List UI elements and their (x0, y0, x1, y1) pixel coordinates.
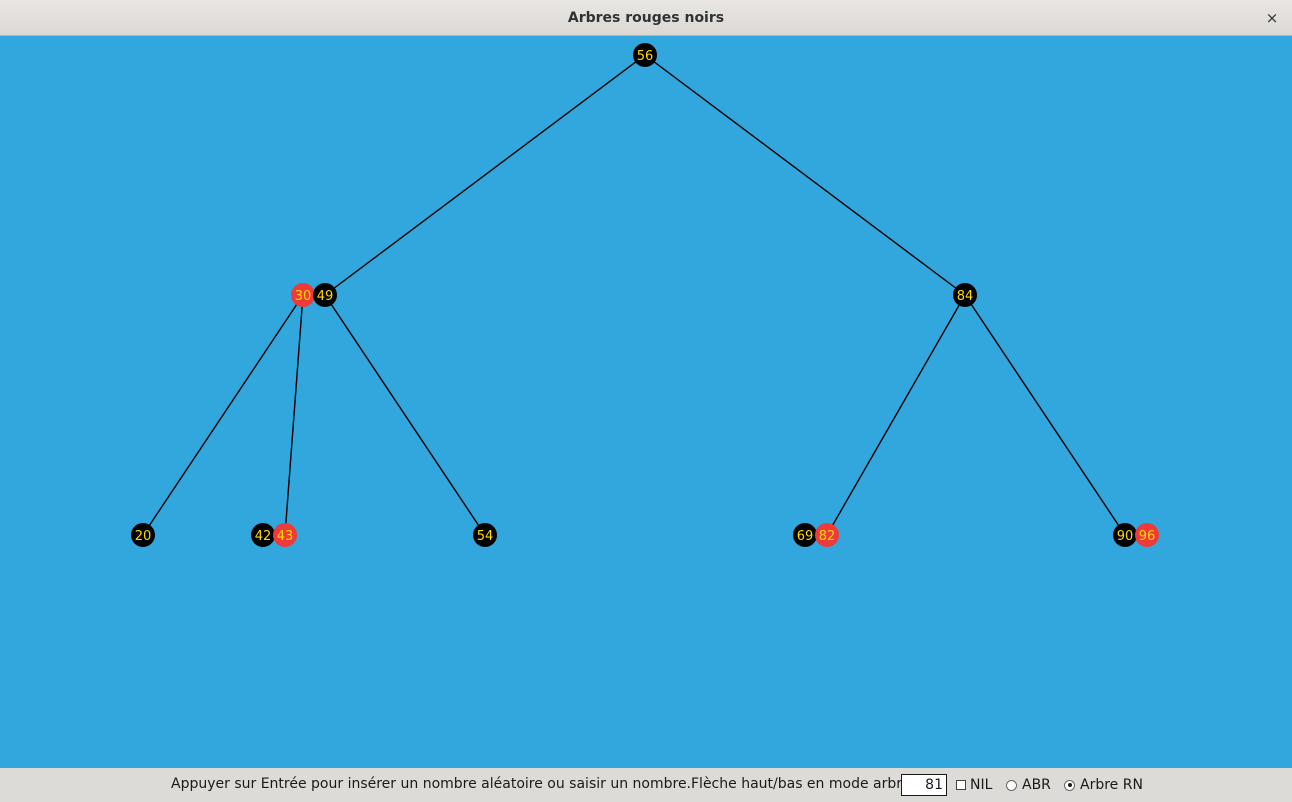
tree-node: 84 (953, 283, 977, 307)
tree-nodes: 56 30 49 84 20 42 43 54 69 82 90 96 (131, 43, 1159, 547)
node-key-label: 84 (957, 289, 974, 304)
tree-edge (324, 294, 486, 536)
node-key-label: 56 (637, 49, 654, 64)
window-title: Arbres rouges noirs (567, 10, 725, 26)
tree-node: 90 96 (1113, 523, 1159, 547)
tree-edges (142, 54, 1126, 536)
node-key-label: 43 (277, 529, 294, 544)
abr-radio[interactable]: ABR (1006, 777, 1051, 793)
tree-edge (142, 294, 304, 536)
app-window: Arbres rouges noirs × 56 30 49 84 20 42 43 54 69… (0, 0, 1292, 802)
node-key-label: 96 (1139, 529, 1156, 544)
tree-node: 56 (633, 43, 657, 67)
tree-edge (964, 294, 1126, 536)
tree-edge (284, 294, 304, 536)
title-bar: Arbres rouges noirs × (0, 0, 1292, 36)
tree-node: 20 (131, 523, 155, 547)
rn-radio[interactable]: Arbre RN (1064, 777, 1143, 793)
tree-node: 69 82 (793, 523, 839, 547)
abr-radio-circle[interactable] (1006, 779, 1017, 791)
tree-edge (324, 54, 646, 296)
tree-edge (826, 294, 966, 536)
rn-radio-circle[interactable] (1064, 779, 1075, 791)
nil-checkbox[interactable]: NIL (956, 777, 992, 793)
node-key-label: 69 (797, 529, 814, 544)
node-key-label: 49 (317, 289, 334, 304)
abr-label: ABR (1022, 777, 1051, 793)
tree-node: 30 49 (291, 283, 337, 307)
rn-label: Arbre RN (1080, 777, 1143, 793)
nil-label: NIL (970, 777, 993, 793)
tree-node: 42 43 (251, 523, 297, 547)
tree-edge (644, 54, 966, 296)
nil-checkbox-box[interactable] (956, 780, 966, 790)
node-key-label: 54 (477, 529, 494, 544)
node-key-label: 82 (819, 529, 836, 544)
close-icon[interactable]: × (1260, 6, 1284, 30)
tree-canvas: 56 30 49 84 20 42 43 54 69 82 90 96 (131, 43, 1159, 547)
number-input[interactable] (901, 774, 947, 796)
status-bar: Appuyer sur Entrée pour insérer un nombr… (0, 768, 1292, 802)
node-key-label: 30 (295, 289, 312, 304)
node-key-label: 90 (1117, 529, 1134, 544)
instructions-text: Appuyer sur Entrée pour insérer un nombr… (171, 776, 940, 792)
node-key-label: 42 (255, 529, 272, 544)
node-key-label: 20 (135, 529, 152, 544)
tree-node: 54 (473, 523, 497, 547)
